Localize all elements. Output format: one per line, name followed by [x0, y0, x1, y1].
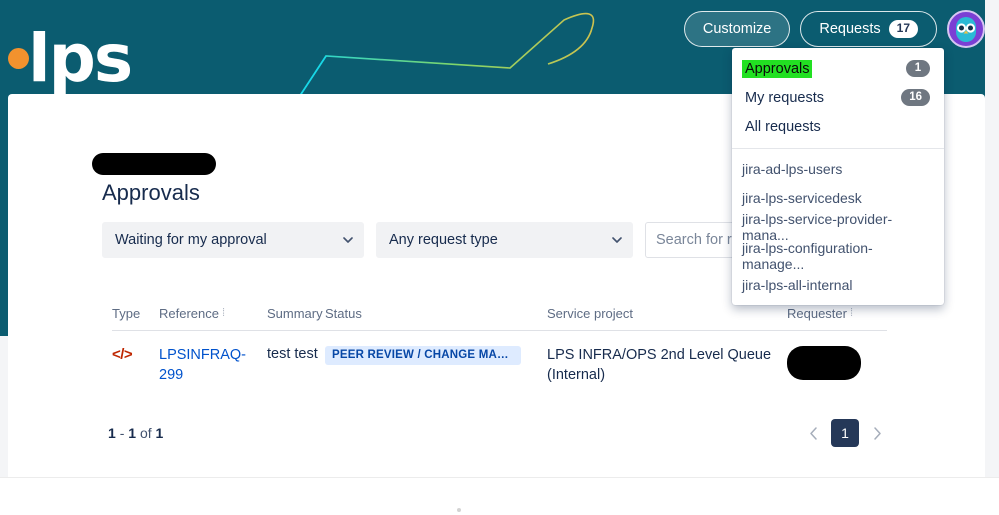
pagination-controls: 1	[802, 419, 888, 447]
page-title: Approvals	[102, 180, 200, 205]
menu-item-jira-lps-all-internal[interactable]: jira-lps-all-internal	[732, 270, 944, 299]
menu-item-count: 1	[906, 59, 930, 78]
range-end: 1	[128, 425, 137, 441]
of-label: of	[139, 425, 152, 441]
column-header-type[interactable]: Type	[112, 306, 159, 321]
menu-item-approvals[interactable]: Approvals 1	[732, 54, 944, 83]
code-icon: </>	[112, 346, 133, 363]
column-header-requester[interactable]: Requester ⁞	[787, 306, 887, 321]
menu-item-jira-lps-service-provider-manager[interactable]: jira-lps-service-provider-mana...	[732, 210, 944, 243]
menu-item-label: jira-lps-configuration-manage...	[742, 239, 873, 272]
customize-label: Customize	[702, 21, 772, 37]
approvals-table: Type Reference ⁞ Summary Status Service …	[112, 306, 887, 385]
request-type-value: Any request type	[389, 232, 498, 248]
cell-requester	[787, 346, 887, 385]
requests-count-badge: 17	[888, 20, 918, 38]
column-label: Summary	[267, 306, 323, 321]
approval-status-value: Waiting for my approval	[115, 232, 267, 248]
column-header-reference[interactable]: Reference ⁞	[159, 306, 267, 321]
avatar[interactable]	[947, 10, 985, 48]
menu-item-my-requests[interactable]: My requests 16	[732, 83, 944, 112]
reference-link[interactable]: LPSINFRAQ-299	[159, 346, 246, 385]
column-header-status[interactable]: Status	[325, 306, 547, 321]
menu-item-label: All requests	[745, 118, 821, 135]
range-dash: -	[119, 425, 125, 441]
menu-item-label: jira-lps-service-provider-mana...	[742, 210, 893, 243]
sort-indicator-icon: ⁞	[221, 307, 226, 319]
column-header-service-project[interactable]: Service project	[547, 306, 787, 321]
approval-status-select[interactable]: Waiting for my approval	[102, 222, 364, 258]
chevron-right-icon	[873, 426, 881, 440]
chevron-left-icon	[809, 426, 817, 440]
cell-status: PEER REVIEW / CHANGE MANAGE...	[325, 346, 547, 385]
chevron-down-icon	[612, 237, 622, 243]
pagination-count: 1 - 1 of 1	[108, 425, 163, 441]
requests-dropdown-menu: Approvals 1 My requests 16 All requests …	[732, 48, 944, 305]
cell-service-project: LPS INFRA/OPS 2nd Level Queue (Internal)	[547, 347, 772, 383]
header-actions: Customize Requests 17	[683, 10, 985, 48]
menu-item-count: 16	[901, 88, 930, 107]
status-badge: PEER REVIEW / CHANGE MANAGE...	[325, 346, 521, 365]
menu-item-jira-ad-lps-users[interactable]: jira-ad-lps-users	[732, 154, 944, 183]
column-label: Status	[325, 306, 362, 321]
sort-indicator-icon: ⁞	[849, 307, 854, 319]
column-header-summary[interactable]: Summary	[267, 306, 325, 321]
chevron-down-icon	[343, 237, 353, 243]
cell-type: </>	[112, 346, 159, 385]
total-count: 1	[155, 425, 164, 441]
menu-item-all-requests[interactable]: All requests	[732, 112, 944, 141]
masked-requester	[787, 346, 861, 380]
range-start: 1	[108, 425, 116, 441]
requests-label: Requests	[819, 21, 881, 37]
prev-page-button[interactable]	[802, 420, 824, 446]
customize-button[interactable]: Customize	[683, 11, 791, 47]
menu-item-jira-lps-configuration-manager[interactable]: jira-lps-configuration-manage...	[732, 239, 944, 272]
owl-avatar-icon	[952, 15, 980, 43]
column-label: Reference	[159, 306, 219, 321]
column-label: Service project	[547, 306, 633, 321]
menu-item-label: jira-ad-lps-users	[742, 160, 843, 177]
column-label: Requester	[787, 306, 847, 321]
menu-item-jira-lps-servicedesk[interactable]: jira-lps-servicedesk	[732, 183, 944, 212]
cell-summary: test test	[267, 346, 318, 362]
next-page-button[interactable]	[866, 420, 888, 446]
masked-breadcrumb	[92, 153, 216, 175]
cell-reference: LPSINFRAQ-299	[159, 346, 267, 385]
app-root: lps Customize Requests 17 Approvals Wait…	[0, 0, 999, 515]
request-type-select[interactable]: Any request type	[376, 222, 633, 258]
scroll-indicator-dot	[457, 508, 461, 512]
menu-item-label: Approvals	[742, 59, 813, 78]
column-label: Type	[112, 306, 141, 321]
table-row: </> LPSINFRAQ-299 test test PEER REVIEW …	[112, 331, 887, 385]
page-bottom-strip	[0, 477, 999, 515]
table-header-row: Type Reference ⁞ Summary Status Service …	[112, 306, 887, 331]
menu-item-label: jira-lps-servicedesk	[742, 189, 862, 206]
menu-divider	[732, 148, 944, 149]
pagination: 1 - 1 of 1 1	[108, 419, 888, 447]
requests-button[interactable]: Requests 17	[800, 11, 937, 47]
menu-item-label: My requests	[745, 89, 824, 106]
menu-item-label: jira-lps-all-internal	[742, 276, 853, 293]
page-1-button[interactable]: 1	[831, 419, 859, 447]
